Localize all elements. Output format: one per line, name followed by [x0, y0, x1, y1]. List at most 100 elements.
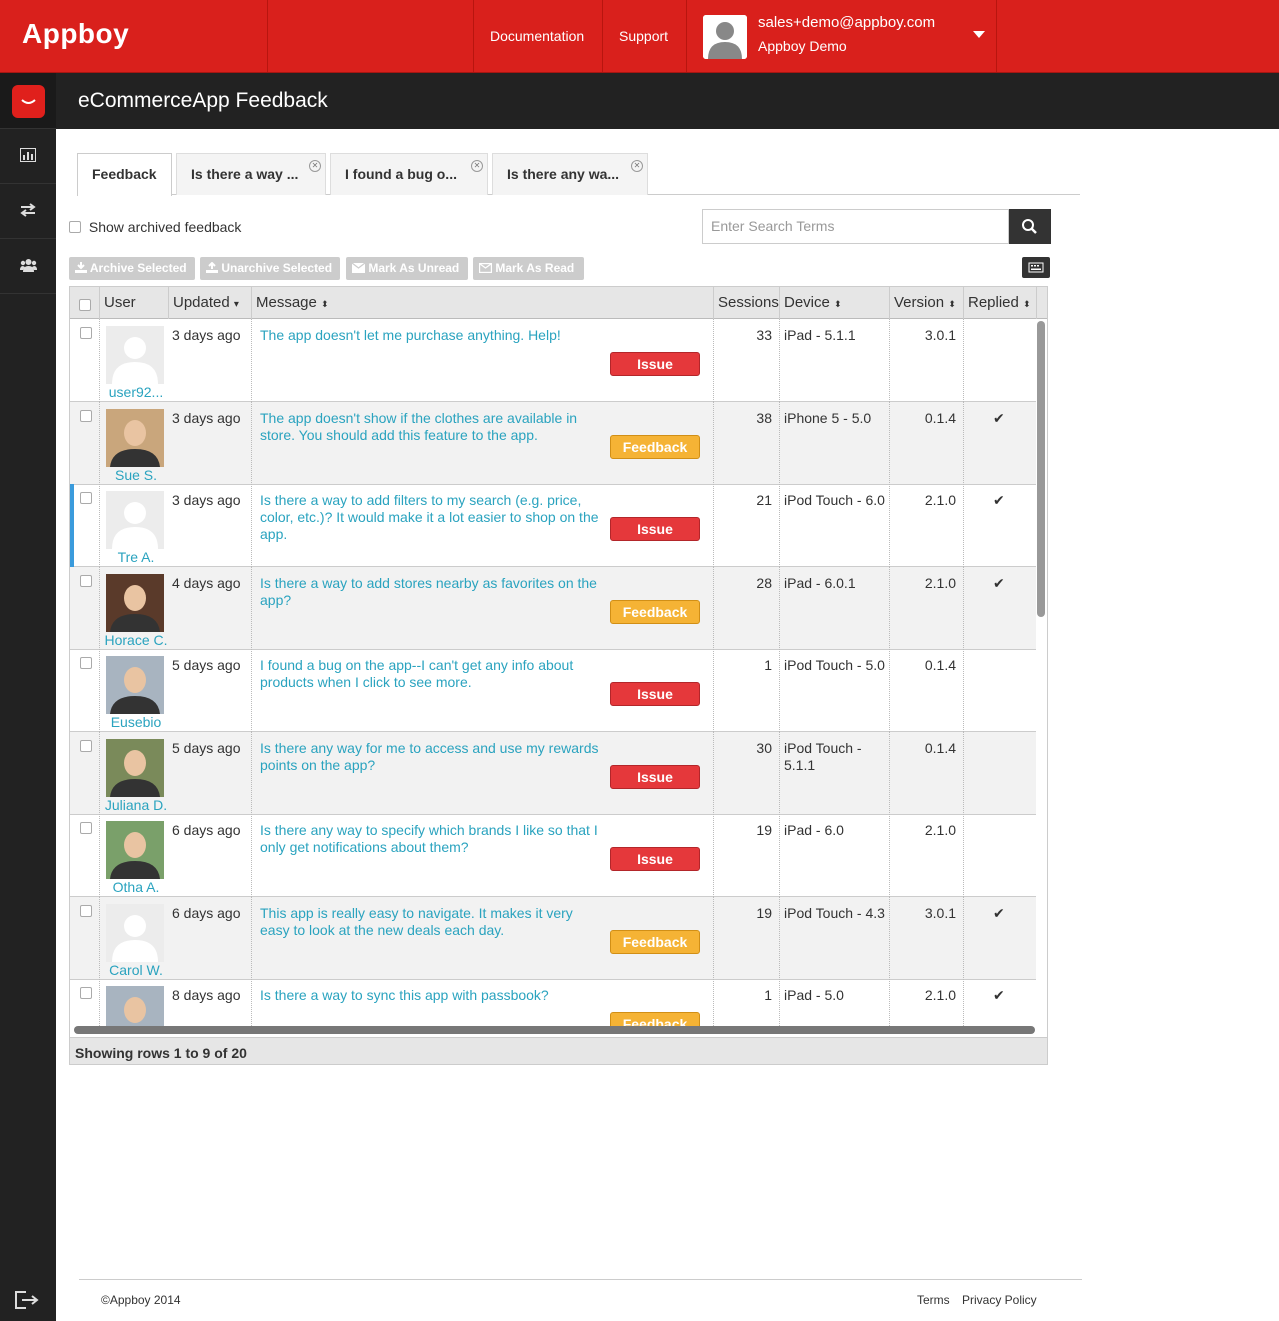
- issue-tag-button[interactable]: Issue: [610, 765, 700, 789]
- table-row[interactable]: Carol W. 6 days ago This app is really eas…: [70, 897, 1036, 980]
- tab-feedback-detail-1[interactable]: Is there a way ... ✕: [176, 153, 326, 195]
- avatar[interactable]: [106, 656, 164, 714]
- row-checkbox[interactable]: [80, 327, 92, 339]
- close-tab-icon[interactable]: ✕: [471, 160, 483, 172]
- message-link[interactable]: Is there a way to add stores nearby as f…: [260, 575, 605, 609]
- user-name-link[interactable]: Sue S.: [100, 467, 172, 483]
- user-company[interactable]: Appboy Demo: [758, 38, 847, 54]
- close-tab-icon[interactable]: ✕: [309, 160, 321, 172]
- user-name-link[interactable]: user92...: [100, 384, 172, 400]
- message-link[interactable]: Is there any way for me to access and us…: [260, 740, 605, 774]
- user-name-link[interactable]: Horace C.: [100, 632, 172, 648]
- version-label: 3.0.1: [924, 327, 956, 343]
- search-input[interactable]: Enter Search Terms: [702, 209, 1009, 244]
- logout-icon[interactable]: [14, 1290, 40, 1313]
- sidebar-home[interactable]: [0, 73, 56, 129]
- documentation-link[interactable]: Documentation: [490, 28, 584, 44]
- tab-feedback-detail-3[interactable]: Is there any wa... ✕: [492, 153, 648, 195]
- message-link[interactable]: Is there a way to add filters to my sear…: [260, 492, 605, 543]
- column-header-message[interactable]: Message ⬍: [252, 287, 714, 319]
- table-row[interactable]: Juliana D. 5 days ago Is there any way for…: [70, 732, 1036, 815]
- feedback-tag-button[interactable]: Feedback: [610, 930, 700, 954]
- message-link[interactable]: The app doesn't let me purchase anything…: [260, 327, 605, 344]
- avatar[interactable]: [106, 491, 164, 549]
- column-header-replied[interactable]: Replied ⬍: [964, 287, 1037, 319]
- tab-feedback-detail-2[interactable]: I found a bug o... ✕: [330, 153, 488, 195]
- message-link[interactable]: I found a bug on the app--I can't get an…: [260, 657, 605, 691]
- feedback-tag-button[interactable]: Feedback: [610, 435, 700, 459]
- issue-tag-button[interactable]: Issue: [610, 352, 700, 376]
- keyboard-icon: [1028, 262, 1044, 273]
- show-archived-toggle[interactable]: Show archived feedback: [69, 218, 241, 235]
- mark-read-button[interactable]: Mark As Read: [473, 257, 584, 280]
- row-checkbox[interactable]: [80, 492, 92, 504]
- row-checkbox[interactable]: [80, 575, 92, 587]
- updated-time: 3 days ago: [172, 327, 241, 343]
- issue-tag-button[interactable]: Issue: [610, 517, 700, 541]
- sidebar-item-campaigns[interactable]: [0, 184, 56, 239]
- user-name-link[interactable]: Otha A.: [100, 879, 172, 895]
- table-row[interactable]: user92... 3 days ago The app doesn't let m…: [70, 319, 1036, 402]
- row-checkbox[interactable]: [80, 822, 92, 834]
- message-link[interactable]: The app doesn't show if the clothes are …: [260, 410, 605, 444]
- avatar[interactable]: [106, 821, 164, 879]
- support-link[interactable]: Support: [619, 28, 668, 44]
- tab-feedback[interactable]: Feedback: [77, 153, 172, 196]
- table-row[interactable]: Sue S. 3 days ago The app doesn't show if …: [70, 402, 1036, 485]
- issue-tag-button[interactable]: Issue: [610, 682, 700, 706]
- user-email[interactable]: sales+demo@appboy.com: [758, 14, 935, 31]
- avatar[interactable]: [106, 739, 164, 797]
- privacy-policy-link[interactable]: Privacy Policy: [962, 1293, 1037, 1307]
- row-checkbox[interactable]: [80, 740, 92, 752]
- replied-check-icon: ✔: [993, 905, 1005, 921]
- show-archived-checkbox[interactable]: [69, 221, 81, 234]
- unarchive-selected-button[interactable]: Unarchive Selected: [200, 257, 340, 280]
- row-checkbox[interactable]: [80, 987, 92, 999]
- table-row[interactable]: Eusebio 5 days ago I found a bug on the ap…: [70, 649, 1036, 732]
- vertical-scrollbar[interactable]: [1037, 321, 1045, 617]
- keyboard-shortcuts-button[interactable]: [1022, 257, 1050, 278]
- divider: [267, 0, 268, 72]
- column-header-device[interactable]: Device ⬍: [780, 287, 890, 319]
- feedback-tag-button[interactable]: Feedback: [610, 600, 700, 624]
- select-cell: [70, 897, 100, 980]
- row-checkbox[interactable]: [80, 905, 92, 917]
- avatar[interactable]: [106, 326, 164, 384]
- avatar[interactable]: [106, 986, 164, 1029]
- user-name-link[interactable]: Carol W.: [100, 962, 172, 978]
- message-link[interactable]: Is there any way to specify which brands…: [260, 822, 605, 856]
- row-checkbox[interactable]: [80, 410, 92, 422]
- user-avatar[interactable]: [703, 15, 747, 59]
- table-row[interactable]: 8 days ago Is there a way to sync this ap…: [70, 979, 1036, 1029]
- table-row[interactable]: Horace C. 4 days ago Is there a way to add…: [70, 567, 1036, 650]
- updated-time: 4 days ago: [172, 575, 241, 591]
- close-tab-icon[interactable]: ✕: [631, 160, 643, 172]
- column-header-sessions[interactable]: Sessions: [714, 287, 780, 319]
- table-row[interactable]: Tre A. 3 days ago Is there a way to add fi…: [70, 484, 1036, 567]
- search-button[interactable]: [1009, 209, 1051, 244]
- row-checkbox[interactable]: [80, 657, 92, 669]
- sidebar-item-users[interactable]: [0, 239, 56, 294]
- issue-tag-button[interactable]: Issue: [610, 847, 700, 871]
- sidebar-item-stats[interactable]: [0, 129, 56, 184]
- user-name-link[interactable]: Juliana D.: [100, 797, 172, 813]
- user-name-link[interactable]: Tre A.: [100, 549, 172, 565]
- mark-unread-button[interactable]: Mark As Unread: [346, 257, 468, 280]
- user-menu-chevron-down-icon[interactable]: [973, 31, 985, 38]
- message-link[interactable]: Is there a way to sync this app with pas…: [260, 987, 605, 1004]
- select-all-checkbox[interactable]: [79, 299, 91, 312]
- device-label: iPod Touch - 4.3: [784, 905, 885, 921]
- archive-selected-button[interactable]: Archive Selected: [69, 257, 195, 280]
- horizontal-scrollbar[interactable]: [74, 1026, 1035, 1034]
- user-name-link[interactable]: Eusebio: [100, 714, 172, 730]
- appboy-logo[interactable]: Appboy: [22, 18, 129, 50]
- column-header-version[interactable]: Version ⬍: [890, 287, 964, 319]
- avatar[interactable]: [106, 409, 164, 467]
- avatar[interactable]: [106, 574, 164, 632]
- column-header-user[interactable]: User: [100, 287, 169, 319]
- table-row[interactable]: Otha A. 6 days ago Is there any way to spe…: [70, 814, 1036, 897]
- message-link[interactable]: This app is really easy to navigate. It …: [260, 905, 605, 939]
- avatar[interactable]: [106, 904, 164, 962]
- column-header-updated[interactable]: Updated ▾: [169, 287, 252, 319]
- terms-link[interactable]: Terms: [917, 1293, 950, 1307]
